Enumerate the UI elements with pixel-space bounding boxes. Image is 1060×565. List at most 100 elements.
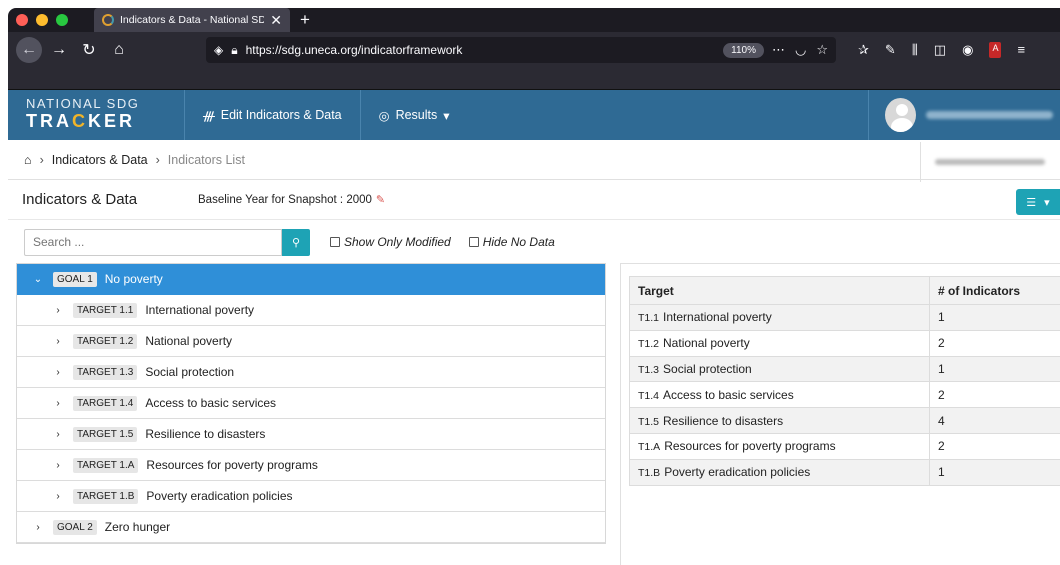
browser-navbar: ← → ↻ ⌂ ◈ 🔒︎ https://sdg.uneca.org/indic…: [8, 32, 1060, 68]
target-label: Resilience to disasters: [145, 427, 266, 441]
cell-count: 1: [929, 304, 1060, 331]
home-icon[interactable]: ⌂: [24, 153, 32, 167]
sidebar-icon[interactable]: ◫: [934, 42, 946, 58]
nav-results-dropdown[interactable]: ◎ Results ▾: [359, 90, 468, 140]
checkbox-box[interactable]: [468, 237, 479, 247]
results-icon: ◎: [378, 108, 390, 123]
chevron-right-icon[interactable]: ›: [51, 429, 65, 440]
tree-target[interactable]: › TARGET 1.5 Resilience to disasters: [17, 419, 605, 450]
zoom-level[interactable]: 110%: [723, 42, 764, 58]
library-icon[interactable]: ⫼: [912, 42, 918, 58]
goal-label: No poverty: [104, 272, 163, 286]
chevron-right-icon[interactable]: ›: [31, 522, 45, 533]
cell-target: T1.3 Social protection: [629, 355, 930, 383]
sitemap-icon: ᚍ: [203, 108, 215, 123]
target-label: National poverty: [145, 334, 233, 348]
search-button[interactable]: ⚲: [282, 228, 310, 256]
lock-icon[interactable]: 🔒︎: [231, 43, 237, 58]
caret-down-icon: ▾: [1044, 196, 1050, 209]
cell-target: T1.5 Resilience to disasters: [629, 407, 930, 434]
forward-arrow-icon[interactable]: →: [46, 37, 72, 63]
close-window-icon[interactable]: [16, 14, 28, 26]
maximize-window-icon[interactable]: [56, 14, 68, 26]
chevron-right-icon[interactable]: ›: [51, 491, 65, 502]
tab-title: Indicators & Data - National SD: [120, 14, 265, 26]
chevron-down-icon[interactable]: ⌄: [31, 274, 45, 285]
tree-goal-2[interactable]: › GOAL 2 Zero hunger: [17, 512, 605, 543]
browser-tab-bar: Indicators & Data - National SD ✕ +: [8, 8, 1060, 32]
nav-edit-label: Edit Indicators & Data: [220, 108, 342, 122]
tree-target[interactable]: › TARGET 1.1 International poverty: [17, 295, 605, 326]
table-row[interactable]: T1.B Poverty eradication policies 1: [629, 458, 1060, 486]
reader-icon[interactable]: ✰: [858, 42, 869, 58]
table-row[interactable]: T1.1 International poverty 1: [629, 304, 1060, 331]
pdf-extension-icon[interactable]: A: [989, 42, 1002, 58]
brand-top-text: NATIONAL SDG: [26, 96, 140, 111]
menu-icon[interactable]: ≡: [1017, 42, 1025, 58]
column-header-count[interactable]: # of Indicators: [929, 276, 1060, 305]
table-row[interactable]: T1.2 National poverty 2: [629, 329, 1060, 357]
user-menu[interactable]: ▾: [868, 90, 1060, 140]
breadcrumb-indicators-data[interactable]: Indicators & Data: [52, 153, 148, 167]
tree-goal-1[interactable]: ⌄ GOAL 1 No poverty: [17, 264, 605, 295]
account-icon[interactable]: ◉: [962, 42, 973, 58]
caret-down-icon: ▾: [443, 108, 450, 123]
cell-count: 1: [929, 355, 1060, 383]
back-arrow-icon[interactable]: ←: [16, 37, 42, 63]
chevron-right-icon[interactable]: ›: [51, 305, 65, 316]
tools-wrench-icon[interactable]: ✎: [885, 42, 896, 58]
page-actions-icon[interactable]: ⋯: [772, 42, 785, 58]
cell-count: 2: [929, 381, 1060, 409]
edit-pencil-icon[interactable]: ✎: [376, 193, 385, 206]
window-controls: [8, 14, 94, 26]
table-row[interactable]: T1.3 Social protection 1: [629, 355, 1060, 383]
database-menu-button[interactable]: ☰ ▾: [1016, 189, 1060, 215]
search-input-wrapper[interactable]: [24, 228, 282, 256]
goal-label: Zero hunger: [104, 520, 171, 534]
bookmark-star-icon[interactable]: ☆: [816, 42, 828, 58]
search-icon: ⚲: [291, 236, 301, 249]
cell-target: T1.4 Access to basic services: [629, 381, 930, 409]
address-bar[interactable]: ◈ 🔒︎ https://sdg.uneca.org/indicatorfram…: [206, 37, 836, 63]
tree-target[interactable]: › TARGET 1.B Poverty eradication policie…: [17, 481, 605, 512]
new-tab-icon[interactable]: +: [300, 10, 310, 30]
hide-no-data-checkbox[interactable]: Hide No Data: [468, 235, 555, 249]
minimize-window-icon[interactable]: [36, 14, 48, 26]
nav-edit-indicators[interactable]: ᚍ Edit Indicators & Data: [184, 90, 360, 140]
tree-target[interactable]: › TARGET 1.4 Access to basic services: [17, 388, 605, 419]
nav-results-label: Results: [395, 108, 438, 122]
avatar[interactable]: [885, 98, 916, 132]
chevron-right-icon[interactable]: ›: [51, 336, 65, 347]
table-row[interactable]: T1.A Resources for poverty programs 2: [629, 432, 1060, 460]
show-only-modified-checkbox[interactable]: Show Only Modified: [330, 235, 451, 249]
cell-target: T1.A Resources for poverty programs: [629, 432, 930, 460]
chevron-right-icon[interactable]: ›: [51, 398, 65, 409]
cell-target: T1.1 International poverty: [629, 304, 930, 331]
tree-target[interactable]: › TARGET 1.3 Social protection: [17, 357, 605, 388]
goal-badge: GOAL 2: [53, 519, 97, 535]
chevron-right-icon[interactable]: ›: [51, 460, 65, 471]
shield-icon[interactable]: ◈: [214, 43, 223, 57]
tab-close-icon[interactable]: ✕: [270, 12, 282, 29]
target-badge: TARGET 1.2: [73, 333, 138, 349]
checkbox-box[interactable]: [330, 237, 340, 247]
chevron-right-icon: ›: [155, 152, 160, 167]
page-title: Indicators & Data: [22, 191, 138, 208]
reload-icon[interactable]: ↻: [76, 37, 102, 63]
pocket-icon[interactable]: ◡: [795, 42, 806, 58]
home-icon[interactable]: ⌂: [106, 37, 132, 63]
brand-logo[interactable]: NATIONAL SDG TRACKER: [8, 90, 184, 140]
browser-tab[interactable]: Indicators & Data - National SD ✕: [94, 8, 290, 32]
cell-target: T1.2 National poverty: [629, 329, 930, 357]
column-header-target[interactable]: Target: [629, 276, 930, 305]
url-text[interactable]: https://sdg.uneca.org/indicatorframework: [246, 43, 716, 57]
chevron-right-icon[interactable]: ›: [51, 367, 65, 378]
search-input[interactable]: [33, 235, 273, 249]
table-row[interactable]: T1.4 Access to basic services 2: [629, 381, 1060, 409]
tree-target[interactable]: › TARGET 1.2 National poverty: [17, 326, 605, 357]
targets-table: Target # of Indicators T1.1 International…: [629, 276, 1060, 486]
user-email-redacted: [925, 111, 1053, 119]
table-row[interactable]: T1.5 Resilience to disasters 4: [629, 407, 1060, 434]
database-icon: ☰: [1026, 196, 1037, 209]
tree-target[interactable]: › TARGET 1.A Resources for poverty progr…: [17, 450, 605, 481]
